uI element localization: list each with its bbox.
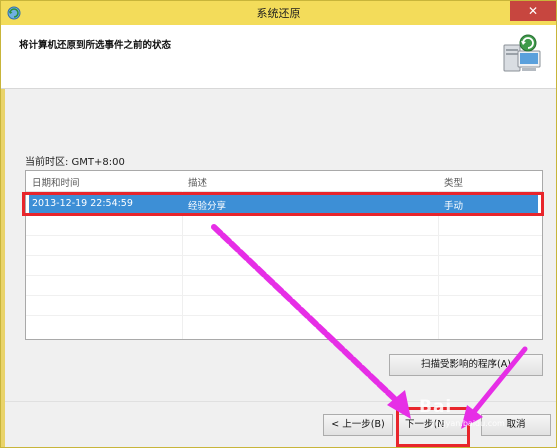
back-button[interactable]: < 上一步(B)	[323, 414, 393, 436]
baidu-watermark-url: jingyan.baidu.com	[431, 419, 505, 428]
row-line	[26, 275, 542, 276]
system-restore-computer-icon	[503, 34, 541, 72]
window-title: 系统还原	[256, 7, 301, 20]
column-header-type[interactable]: 类型	[444, 175, 463, 189]
system-restore-window: 系统还原 ✕ 将计算机还原到所选事件之前的状态 当前时区: GMT+8:00 日…	[0, 0, 557, 448]
row-line	[26, 315, 542, 316]
row-line	[26, 235, 542, 236]
left-stripe	[1, 89, 5, 447]
title-bar: 系统还原 ✕	[1, 1, 556, 25]
column-header-description[interactable]: 描述	[188, 175, 207, 189]
page-heading: 将计算机还原到所选事件之前的状态	[19, 40, 172, 51]
baidu-watermark: Bai	[419, 397, 453, 417]
close-button[interactable]: ✕	[510, 1, 556, 21]
row-line	[26, 295, 542, 296]
row-line	[26, 255, 542, 256]
column-header-datetime[interactable]: 日期和时间	[32, 175, 80, 189]
table-header: 日期和时间 描述 类型	[26, 171, 542, 192]
scan-affected-programs-button[interactable]: 扫描受影响的程序(A)	[389, 354, 543, 376]
wizard-header: 将计算机还原到所选事件之前的状态	[1, 25, 556, 89]
timezone-label: 当前时区: GMT+8:00	[25, 157, 125, 168]
selected-row-highlight-box	[22, 192, 544, 216]
